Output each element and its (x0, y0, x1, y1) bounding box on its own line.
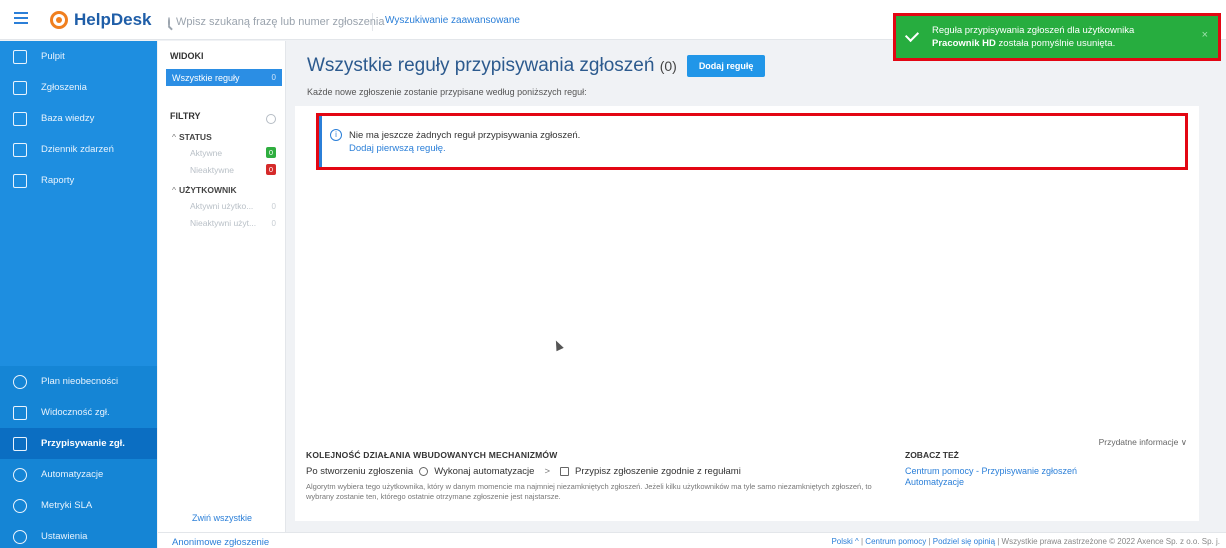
see-also-link-help[interactable]: Centrum pomocy - Przypisywanie zgłoszeń (905, 466, 1077, 476)
mechanisms-flow: Po stworzeniu zgłoszenia Wykonaj automat… (306, 466, 741, 477)
toast-user: Pracownik HD (932, 38, 996, 49)
mouse-cursor-icon (552, 338, 564, 352)
close-icon[interactable]: × (1202, 29, 1208, 41)
empty-message: Nie ma jeszcze żadnych reguł przypisywan… (349, 130, 581, 141)
sidebar-item-metryki-sla[interactable]: Metryki SLA (0, 490, 157, 521)
tickets-icon (13, 80, 27, 95)
filters-heading: FILTRY (170, 111, 201, 121)
toast-message: Reguła przypisywania zgłoszeń dla użytko… (932, 25, 1135, 49)
gear-icon (13, 529, 27, 544)
sidebar-item-raporty[interactable]: Raporty (0, 165, 157, 196)
filter-status-inactive[interactable]: Nieaktywne 0 (190, 164, 276, 175)
rules-card: i Nie ma jeszcze żadnych reguł przypisyw… (295, 106, 1199, 463)
useful-info-card: Przydatne informacje ∨ KOLEJNOŚĆ DZIAŁAN… (295, 427, 1199, 521)
eye-icon (13, 405, 27, 420)
status-filter-heading[interactable]: ^ STATUS (172, 132, 212, 142)
app-name: HelpDesk (74, 10, 152, 29)
anonymous-ticket-link[interactable]: Anonimowe zgłoszenie (172, 537, 269, 548)
sidebar-item-plan-nieobecnosci[interactable]: Plan nieobecności (0, 366, 157, 397)
status-badge: 0 (266, 164, 276, 175)
assign-icon (560, 467, 570, 476)
empty-state: i Nie ma jeszcze żadnych reguł przypisyw… (316, 113, 1188, 170)
filter-status-active[interactable]: Aktywne 0 (190, 147, 276, 158)
language-selector[interactable]: Polski ^ (831, 537, 858, 546)
feedback-link[interactable]: Podziel się opinią (933, 537, 995, 546)
sidebar-item-dziennik[interactable]: Dziennik zdarzeń (0, 134, 157, 165)
add-first-rule-link[interactable]: Dodaj pierwszą regułę. (349, 143, 446, 154)
sidebar-item-pulpit[interactable]: Pulpit (0, 41, 157, 72)
views-panel: WIDOKI Wszystkie reguły 0 FILTRY ^ STATUS… (158, 41, 286, 548)
automation-icon (13, 467, 27, 482)
log-icon (13, 142, 27, 157)
see-also-heading: ZOBACZ TEŻ (905, 450, 959, 460)
sidebar-item-ustawienia[interactable]: Ustawienia (0, 521, 157, 548)
sidebar-item-zgloszenia[interactable]: Zgłoszenia (0, 72, 157, 103)
hamburger-menu-icon[interactable] (14, 12, 28, 26)
dashboard-icon (13, 49, 27, 64)
check-icon (904, 27, 920, 43)
see-also-link-automations[interactable]: Automatyzacje (905, 477, 964, 487)
help-center-link[interactable]: Centrum pomocy (865, 537, 926, 546)
mechanisms-heading: KOLEJNOŚĆ DZIAŁANIA WBUDOWANYCH MECHANIZ… (306, 450, 558, 460)
add-rule-button[interactable]: Dodaj regułę (686, 55, 766, 77)
footer: Anonimowe zgłoszenie Polski ^ | Centrum … (158, 532, 1226, 548)
status-badge: 0 (266, 147, 276, 158)
view-all-rules[interactable]: Wszystkie reguły 0 (166, 69, 282, 86)
sla-icon (13, 498, 27, 513)
chevron-up-icon: ^ (172, 185, 176, 195)
logo[interactable]: HelpDesk (50, 8, 151, 32)
report-icon (13, 173, 27, 188)
algorithm-description: Algorytm wybiera tego użytkownika, który… (306, 482, 872, 501)
search-input[interactable]: Wpisz szukaną frazę lub numer zgłoszenia (176, 16, 384, 28)
advanced-search-link[interactable]: Wyszukiwanie zaawansowane (385, 15, 520, 26)
filter-settings-icon[interactable] (266, 114, 276, 124)
page-title: Wszystkie reguły przypisywania zgłoszeń … (307, 55, 677, 76)
useful-info-toggle[interactable]: Przydatne informacje ∨ (1099, 437, 1187, 448)
sidebar-item-baza-wiedzy[interactable]: Baza wiedzy (0, 103, 157, 134)
footer-links: Polski ^ | Centrum pomocy | Podziel się … (831, 537, 1220, 546)
search-icon (168, 16, 170, 28)
success-toast: Reguła przypisywania zgłoszeń dla użytko… (893, 13, 1221, 61)
user-filter-heading[interactable]: ^ UŻYTKOWNIK (172, 185, 237, 195)
automation-icon (419, 467, 429, 476)
filter-user-active[interactable]: Aktywni użytko... 0 (190, 201, 276, 211)
views-heading: WIDOKI (170, 51, 204, 61)
info-icon: i (330, 129, 342, 141)
view-count: 0 (271, 73, 276, 82)
assign-icon (13, 436, 27, 451)
sidebar-item-widocznosc[interactable]: Widoczność zgł. (0, 397, 157, 428)
filter-user-inactive[interactable]: Nieaktywni użyt... 0 (190, 218, 276, 228)
page-subtitle: Każde nowe zgłoszenie zostanie przypisan… (307, 87, 587, 97)
chevron-up-icon: ^ (172, 132, 176, 142)
book-icon (13, 111, 27, 126)
chevron-right-icon: > (544, 466, 551, 477)
search-box[interactable]: Wpisz szukaną frazę lub numer zgłoszenia (168, 13, 384, 31)
people-icon (13, 374, 27, 389)
lifebuoy-icon (50, 11, 68, 29)
copyright: Wszystkie prawa zastrzeżone © 2022 Axenc… (1001, 537, 1220, 546)
collapse-all-link[interactable]: Zwiń wszystkie (158, 513, 286, 523)
title-row: Wszystkie reguły przypisywania zgłoszeń … (307, 55, 766, 77)
sidebar-item-automatyzacje[interactable]: Automatyzacje (0, 459, 157, 490)
sidebar-nav: Pulpit Zgłoszenia Baza wiedzy Dziennik z… (0, 41, 157, 548)
sidebar-item-przypisywanie[interactable]: Przypisywanie zgł. (0, 428, 157, 459)
